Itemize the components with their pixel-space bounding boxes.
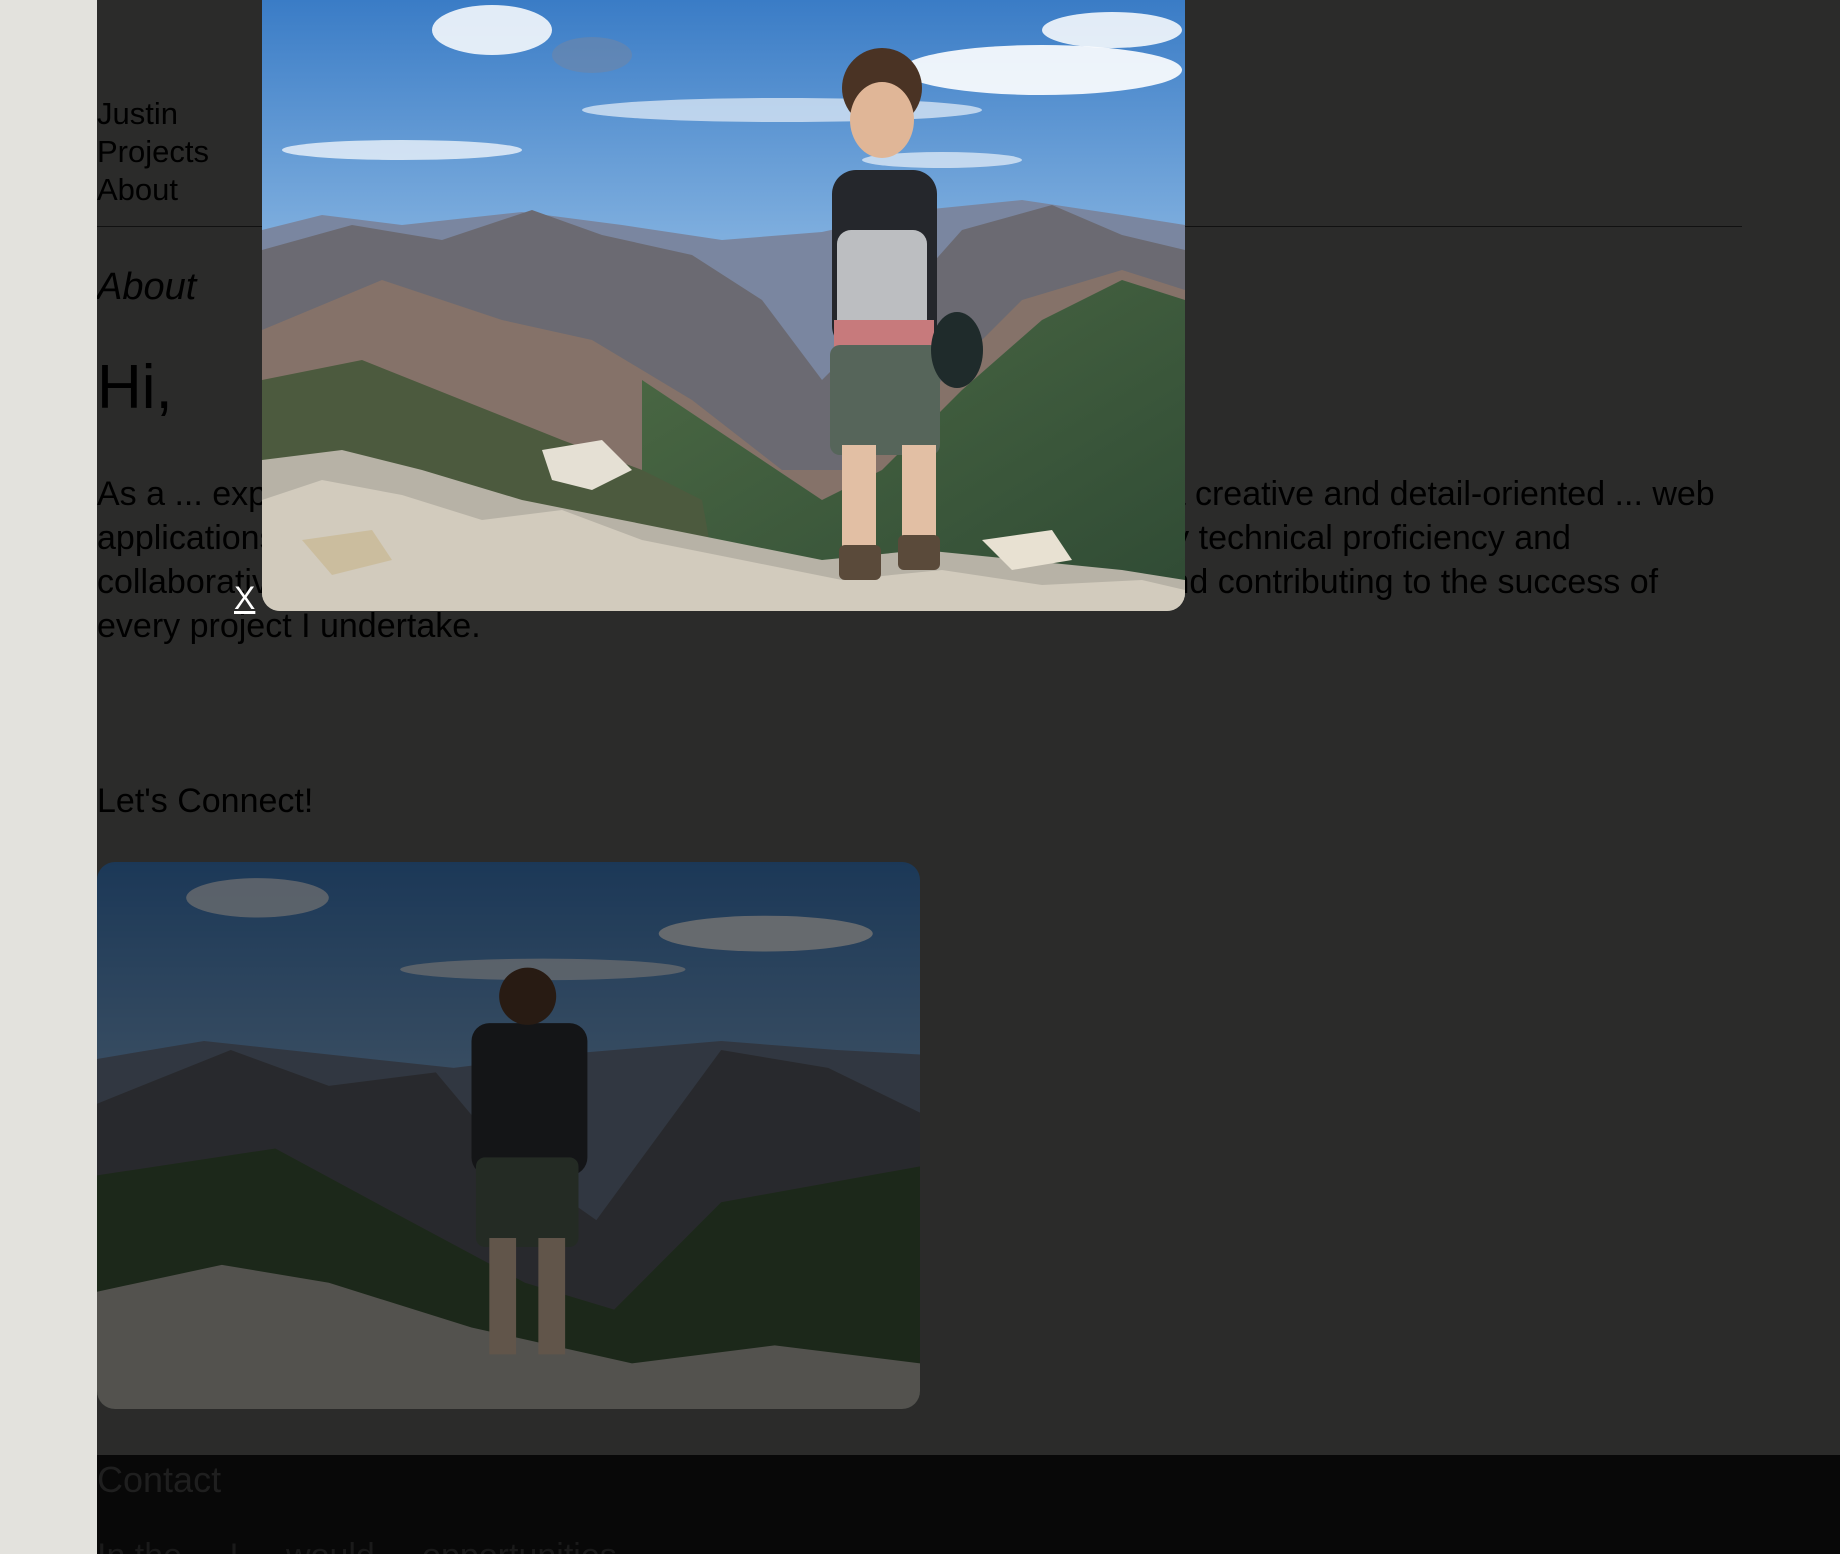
nav-projects-link[interactable]: Projects (97, 133, 209, 171)
hiker-photo-image (97, 862, 920, 1409)
site-nav: Justin Projects About (97, 95, 209, 209)
profile-photo[interactable] (97, 862, 920, 1409)
hiker-modal-image (262, 0, 1185, 611)
nav-home-link[interactable]: Justin (97, 95, 209, 133)
page-title: Hi, (97, 353, 173, 422)
close-button[interactable]: X (234, 580, 255, 617)
footer-title: Contact (97, 1459, 222, 1500)
about-page: Justin Projects About About Hi, As a ...… (97, 0, 1840, 1554)
footer-text: In the ... I ... would ... opportunities… (97, 1537, 655, 1554)
section-label: About (97, 266, 197, 308)
connect-heading: Let's Connect! (97, 782, 314, 820)
photo-modal (262, 0, 1185, 611)
nav-about-link[interactable]: About (97, 171, 209, 209)
